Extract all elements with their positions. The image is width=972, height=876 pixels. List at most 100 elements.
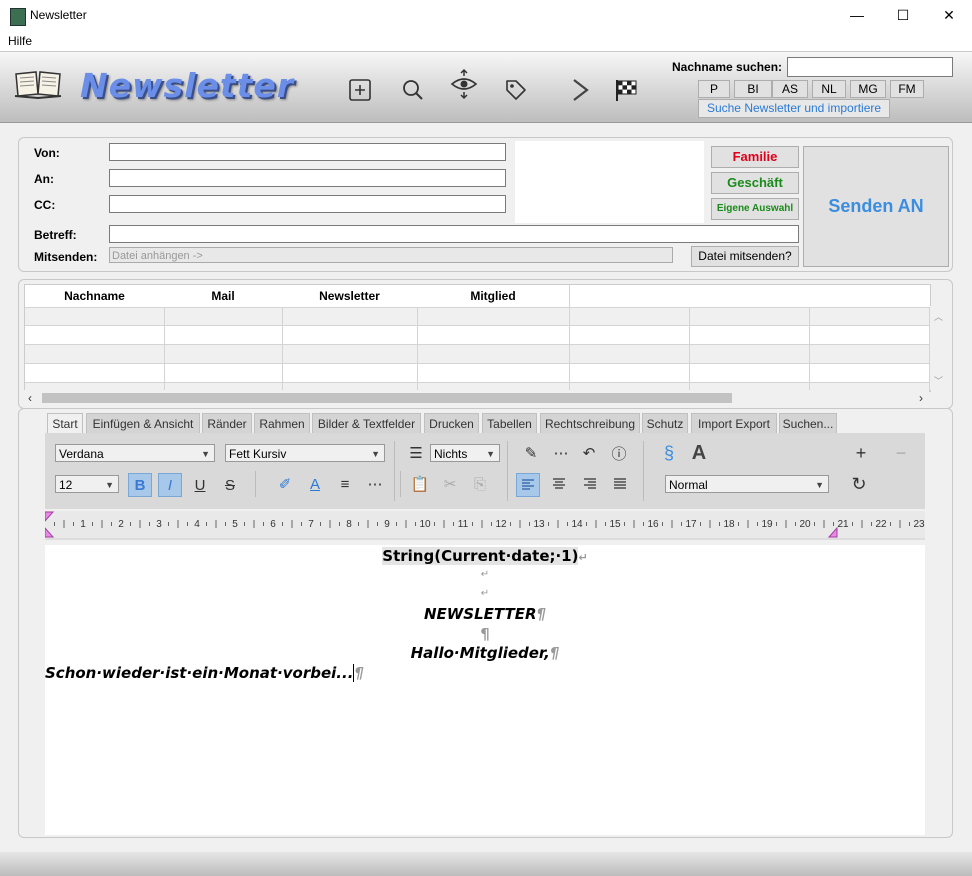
next-icon[interactable] — [564, 74, 596, 106]
tab-search[interactable]: Suchen... — [779, 413, 837, 435]
tab-tables[interactable]: Tabellen — [482, 413, 537, 435]
tab-import-export[interactable]: Import Export — [691, 413, 777, 435]
tag-icon[interactable] — [500, 74, 532, 106]
doc-line-greeting[interactable]: Hallo·Mitglieder,¶ — [45, 644, 925, 662]
tab-protection[interactable]: Schutz — [642, 413, 688, 435]
doc-line-date[interactable]: String(Current·date;·1)↵ — [45, 547, 925, 565]
refresh-icon[interactable]: ↻ — [848, 473, 870, 495]
remove-icon: − — [895, 442, 907, 463]
font-style-select[interactable]: Fett Kursiv ▼ — [225, 444, 385, 462]
ruler[interactable]: 1 2 3 4 5 6 7 8 9 10 11 12 13 14 15 16 17 18 19 20 21 22 23 — [45, 511, 925, 540]
align-left-button[interactable] — [516, 473, 540, 497]
maximize-button[interactable]: ☐ — [880, 0, 926, 31]
strikethrough-button[interactable]: S — [219, 474, 241, 496]
add-icon[interactable] — [344, 74, 376, 106]
column-header-mail[interactable]: Mail — [164, 285, 282, 307]
recipient-list-box[interactable] — [515, 141, 704, 223]
tab-images-textfields[interactable]: Bilder & Textfelder — [312, 413, 421, 435]
more-format-icon[interactable]: ⋯ — [364, 473, 386, 495]
scroll-up-icon[interactable]: ︿ — [934, 310, 943, 323]
scroll-right-icon[interactable]: › — [919, 391, 923, 405]
custom-selection-button[interactable]: Eigene Auswahl — [711, 198, 799, 220]
tab-borders[interactable]: Rahmen — [254, 413, 310, 435]
ruler-number: 11 — [458, 519, 469, 530]
paragraph-mark: ¶ — [549, 644, 560, 662]
date-field[interactable]: String(Current·date;·1) — [382, 547, 579, 565]
highlight-icon[interactable]: ✐ — [274, 473, 296, 495]
bold-button[interactable]: B — [128, 473, 152, 497]
business-button[interactable]: Geschäft — [711, 172, 799, 194]
doc-line-body[interactable]: Schon·wieder·ist·ein·Monat·vorbei...¶ — [45, 664, 925, 682]
family-button[interactable]: Familie — [711, 146, 799, 168]
subject-field[interactable] — [109, 225, 799, 243]
right-margin-marker[interactable] — [827, 526, 838, 538]
more-options-icon[interactable]: ⋯ — [550, 442, 572, 464]
underline-button[interactable]: U — [189, 474, 211, 496]
italic-button[interactable]: I — [158, 473, 182, 497]
filter-fm-button[interactable]: FM — [890, 80, 924, 98]
tab-insert-view[interactable]: Einfügen & Ansicht — [86, 413, 200, 435]
font-family-value: Verdana — [59, 447, 104, 461]
scroll-left-icon[interactable]: ‹ — [28, 391, 32, 405]
left-indent-marker[interactable] — [45, 511, 55, 522]
column-header-member[interactable]: Mitglied — [417, 285, 569, 307]
font-size-icon[interactable]: A — [688, 442, 710, 464]
document-area[interactable]: String(Current·date;·1)↵ ↵ ↵ NEWSLETTER¶… — [45, 545, 925, 835]
filter-mg-button[interactable]: MG — [850, 80, 886, 98]
add-icon[interactable]: + — [850, 442, 872, 464]
minimize-button[interactable]: — — [834, 0, 880, 31]
eye-icon[interactable] — [448, 68, 480, 100]
close-button[interactable]: ✕ — [926, 0, 972, 31]
pen-icon[interactable]: ✎ — [520, 442, 542, 464]
scroll-down-icon[interactable]: ﹀ — [934, 374, 943, 387]
filter-nl-button[interactable]: NL — [812, 80, 846, 98]
line-spacing-icon[interactable]: ≡ — [334, 473, 356, 495]
filter-as-button[interactable]: AS — [772, 80, 808, 98]
list-icon[interactable]: ☰ — [405, 442, 427, 464]
from-field[interactable] — [109, 143, 506, 161]
section-icon[interactable]: § — [658, 442, 680, 464]
search-icon[interactable] — [397, 74, 429, 106]
column-header-newsletter[interactable]: Newsletter — [282, 285, 417, 307]
to-field[interactable] — [109, 169, 506, 187]
align-right-button[interactable] — [579, 473, 601, 495]
doc-line-empty[interactable]: ¶ — [45, 625, 925, 643]
attach-file-field[interactable]: Datei anhängen -> — [109, 247, 673, 263]
checkered-flag-icon[interactable] — [610, 74, 642, 106]
list-style-select[interactable]: Nichts ▼ — [430, 444, 500, 462]
table-horizontal-scrollbar[interactable]: ‹ › — [24, 390, 929, 406]
members-table[interactable]: Nachname Mail Newsletter Mitglied — [24, 284, 931, 392]
info-icon[interactable]: ⓘ — [608, 442, 630, 464]
tab-margins[interactable]: Ränder — [202, 413, 252, 435]
align-center-button[interactable] — [548, 473, 570, 495]
column-header-lastname[interactable]: Nachname — [25, 285, 164, 307]
font-color-icon[interactable]: A — [304, 473, 326, 495]
tab-spelling[interactable]: Rechtschreibung — [540, 413, 640, 435]
clipboard-icon[interactable]: 📋 — [409, 473, 431, 495]
doc-line-empty[interactable]: ↵ — [45, 569, 925, 580]
filter-p-button[interactable]: P — [698, 80, 730, 98]
doc-line-empty[interactable]: ↵ — [45, 588, 925, 599]
undo-icon[interactable]: ↶ — [578, 442, 600, 464]
menu-help[interactable]: Hilfe — [8, 34, 32, 48]
justify-button[interactable] — [609, 473, 631, 495]
paragraph-style-select[interactable]: Normal ▼ — [665, 475, 829, 493]
filter-bi-button[interactable]: BI — [734, 80, 772, 98]
scrollbar-thumb[interactable] — [42, 393, 732, 403]
doc-line-heading[interactable]: NEWSLETTER¶ — [45, 605, 925, 623]
import-newsletter-button[interactable]: Suche Newsletter und importiere — [698, 99, 890, 118]
attach-file-button[interactable]: Datei mitsenden? — [691, 246, 799, 267]
cc-field[interactable] — [109, 195, 506, 213]
font-style-value: Fett Kursiv — [229, 447, 287, 461]
tab-start[interactable]: Start — [47, 413, 83, 435]
paste-icon: ⎘ — [473, 475, 486, 493]
font-family-select[interactable]: Verdana ▼ — [55, 444, 215, 462]
left-margin-marker[interactable] — [45, 527, 55, 538]
ruler-number: 23 — [913, 519, 925, 530]
font-size-select[interactable]: 12 ▼ — [55, 475, 119, 493]
ruler-number: 9 — [384, 519, 390, 530]
tab-print[interactable]: Drucken — [424, 413, 479, 435]
lastname-search-input[interactable] — [787, 57, 953, 77]
send-to-button[interactable]: Senden AN — [803, 146, 949, 267]
table-vertical-scrollbar[interactable]: ︿ ﹀ — [930, 306, 946, 390]
